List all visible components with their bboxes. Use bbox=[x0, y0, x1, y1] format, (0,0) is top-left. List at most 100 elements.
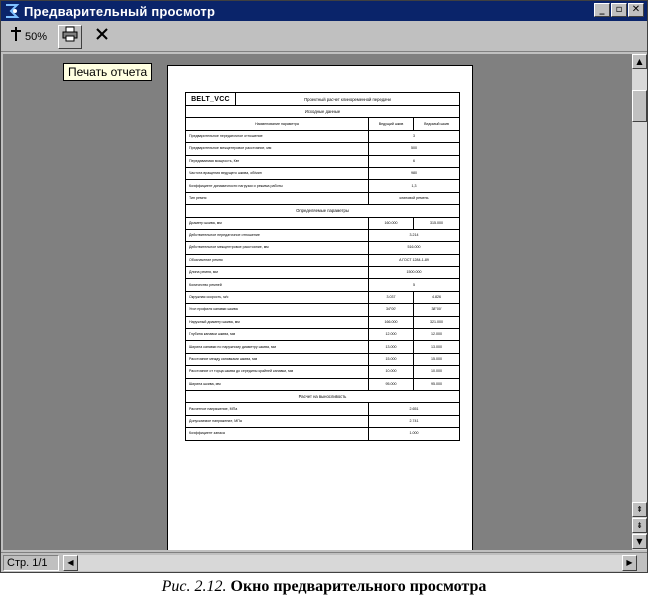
column-header-driven: Ведомый шкив bbox=[412, 117, 461, 131]
driven-value: 38°00' bbox=[412, 303, 461, 317]
driven-value: 10.000 bbox=[412, 365, 461, 379]
parameter-label: Передаваемая мощность, Квт bbox=[185, 154, 369, 168]
figure-caption-text: Окно предварительного просмотра bbox=[230, 578, 487, 595]
parameter-label: Длина ремня, мм bbox=[185, 266, 369, 280]
scroll-right-button[interactable]: ▶ bbox=[622, 555, 637, 571]
parameter-label: Частота вращения ведущего шкива, об/мин bbox=[185, 166, 369, 181]
close-icon bbox=[95, 27, 109, 46]
parameter-label: Допускаемое напряжение, МПа bbox=[185, 414, 369, 429]
print-button[interactable] bbox=[58, 24, 83, 49]
parameter-label: Угол профиля канавки шкива bbox=[185, 303, 369, 317]
window-title: Предварительный просмотр bbox=[24, 3, 216, 19]
result-row: Действительное межцентровое расстояние, … bbox=[185, 241, 461, 255]
vertical-scroll-thumb[interactable] bbox=[632, 90, 647, 122]
section-input-title: Исходные данные bbox=[184, 104, 461, 119]
column-header-driving: Ведущий шкив bbox=[368, 117, 414, 131]
parameter-label: Ширина канавки по наружному диаметру шки… bbox=[185, 340, 369, 354]
section-row: Определяемые параметры bbox=[184, 204, 461, 218]
driven-value: 4.826 bbox=[412, 290, 461, 305]
driving-value: 95.000 bbox=[368, 377, 414, 392]
section-results-title: Определяемые параметры bbox=[184, 204, 461, 218]
input-row: Предварительное передаточное отношение 3 bbox=[185, 129, 461, 144]
report-header-row: BELT_VCC Проектный расчет клиноременной … bbox=[185, 92, 461, 106]
result-row: Угол профиля канавки шкива 34°00' 38°00' bbox=[185, 303, 461, 317]
title-bar: Предварительный просмотр _ ▫ ✕ bbox=[1, 1, 647, 21]
driving-value: 34°00' bbox=[368, 303, 414, 317]
parameter-value: 516.000 bbox=[367, 241, 461, 255]
report-page: BELT_VCC Проектный расчет клиноременной … bbox=[167, 65, 473, 550]
parameter-label: Действительное межцентровое расстояние, … bbox=[185, 241, 369, 255]
parameter-label: Коэффициент запаса bbox=[185, 427, 369, 441]
input-row: Тип ремня клиновой ремень bbox=[185, 191, 461, 206]
driving-value: 3.037 bbox=[368, 290, 414, 305]
parameter-value: 980 bbox=[367, 166, 461, 181]
result-row: Глубина канавки шкива, мм 12.000 12.000 bbox=[185, 328, 461, 342]
input-row: Частота вращения ведущего шкива, об/мин 9… bbox=[185, 166, 461, 181]
parameter-value: 2.651 bbox=[367, 402, 461, 416]
parameter-label: Коэффициент динамичности нагрузки и режи… bbox=[185, 179, 369, 193]
parameter-label: Количество ремней bbox=[185, 278, 369, 292]
parameter-value: 2.741 bbox=[367, 414, 461, 429]
scroll-page-up-button[interactable]: ⇞ bbox=[632, 502, 647, 517]
figure-number: Рис. 2.12. bbox=[161, 578, 227, 595]
parameter-label: Предварительное межцентровое расстояние,… bbox=[185, 142, 369, 156]
result-row: Действительное передаточное отношение 3.2… bbox=[185, 228, 461, 243]
figure-caption: Рис. 2.12. Окно предварительного просмот… bbox=[0, 578, 648, 596]
zoom-button[interactable]: 50% bbox=[7, 26, 50, 48]
column-header-param: Наименование параметра bbox=[185, 117, 369, 131]
result-row: Диаметр шкива, мм 160.000 315.000 bbox=[185, 216, 461, 230]
driving-value: 160.000 bbox=[368, 216, 414, 230]
page-indicator: Стр. 1/1 bbox=[3, 555, 59, 571]
driven-value: 12.000 bbox=[412, 328, 461, 342]
section-row: Исходные данные bbox=[184, 104, 461, 119]
result-row: Обозначение ремня A ГОСТ 1284-1-89 bbox=[185, 253, 461, 268]
print-tooltip: Печать отчета bbox=[63, 63, 153, 81]
close-button[interactable]: ✕ bbox=[628, 3, 644, 17]
result-row: Окружная скорость, м/с 3.037 4.826 bbox=[185, 290, 461, 305]
close-preview-button[interactable] bbox=[90, 25, 114, 49]
result-row: Количество ремней 5 bbox=[185, 278, 461, 292]
driving-value: 13.000 bbox=[368, 340, 414, 354]
scroll-up-button[interactable]: ▲ bbox=[632, 54, 647, 69]
result-row: Ширина канавки по наружному диаметру шки… bbox=[185, 340, 461, 354]
scroll-down-button[interactable]: ▼ bbox=[632, 534, 647, 549]
strength-row: Допускаемое напряжение, МПа 2.741 bbox=[185, 414, 461, 429]
toolbar: 50% bbox=[1, 22, 647, 52]
driven-value: 13.000 bbox=[412, 340, 461, 354]
driven-value: 95.000 bbox=[412, 377, 461, 392]
result-row: Расстояние от торца шкива до середины кр… bbox=[185, 365, 461, 379]
input-row: Предварительное межцентровое расстояние,… bbox=[185, 142, 461, 156]
section-row: Расчет на выносливость bbox=[184, 389, 461, 404]
minimize-button[interactable]: _ bbox=[594, 3, 610, 17]
parameter-value: 5 bbox=[367, 278, 461, 292]
parameter-value: 3.214 bbox=[367, 228, 461, 243]
status-bar: Стр. 1/1 ◀ ▶ bbox=[1, 552, 647, 572]
horizontal-scrollbar[interactable]: ◀ ▶ bbox=[63, 555, 637, 571]
parameter-label: Глубина канавки шкива, мм bbox=[185, 328, 369, 342]
input-row: Передаваемая мощность, Квт 6 bbox=[185, 154, 461, 168]
app-icon bbox=[4, 3, 20, 19]
parameter-label: Расчетное напряжение, МПа bbox=[185, 402, 369, 416]
driving-value: 12.000 bbox=[368, 328, 414, 342]
driving-value: 166.000 bbox=[368, 315, 414, 330]
maximize-button[interactable]: ▫ bbox=[611, 3, 627, 17]
parameter-value: A ГОСТ 1284-1-89 bbox=[367, 253, 461, 268]
preview-area: BELT_VCC Проектный расчет клиноременной … bbox=[3, 54, 632, 550]
parameter-value: 1,3 bbox=[367, 179, 461, 193]
input-row: Коэффициент динамичности нагрузки и режи… bbox=[185, 179, 461, 193]
driving-value: 15.000 bbox=[368, 352, 414, 367]
driven-value: 321.000 bbox=[412, 315, 461, 330]
report-title: Проектный расчет клиноременной передачи bbox=[234, 92, 461, 106]
driven-value: 315.000 bbox=[412, 216, 461, 230]
scroll-page-down-button[interactable]: ⇟ bbox=[632, 518, 647, 533]
parameter-label: Обозначение ремня bbox=[185, 253, 369, 268]
section-strength-title: Расчет на выносливость bbox=[184, 389, 461, 404]
scroll-left-button[interactable]: ◀ bbox=[63, 555, 78, 571]
parameter-label: Наружный диаметр шкива, мм bbox=[185, 315, 369, 330]
vertical-scrollbar[interactable]: ▲ ⇞ ⇟ ▼ bbox=[632, 54, 647, 550]
printer-icon bbox=[62, 26, 78, 47]
parameter-label: Расстояние между канавками шкива, мм bbox=[185, 352, 369, 367]
parameter-value: 1500.000 bbox=[367, 266, 461, 280]
parameter-label: Тип ремня bbox=[185, 191, 369, 206]
parameter-value: 3 bbox=[367, 129, 461, 144]
